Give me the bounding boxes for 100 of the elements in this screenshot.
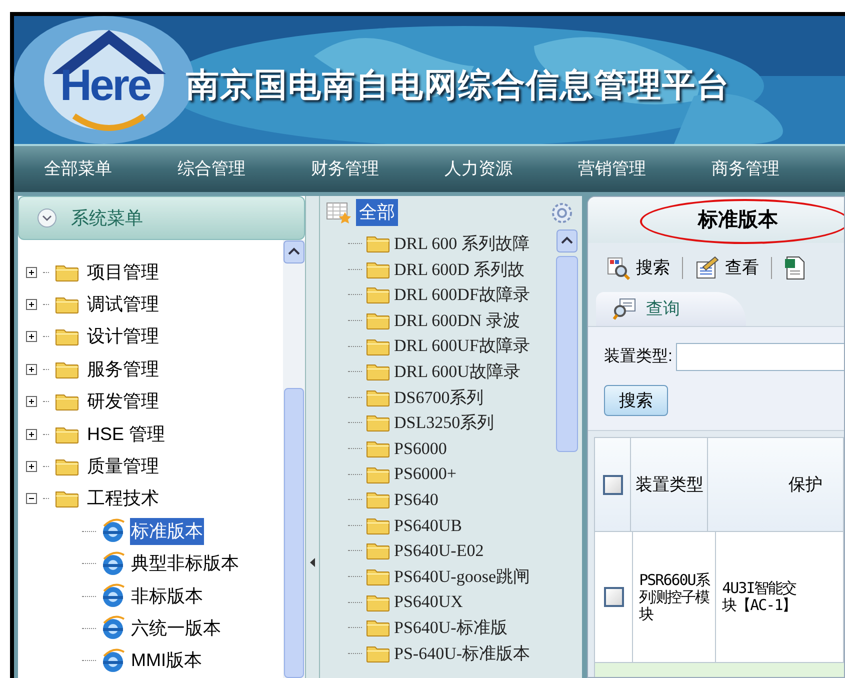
nav-menu-item[interactable]: 综合管理	[178, 156, 311, 182]
search-button[interactable]: 搜索	[604, 385, 668, 416]
tree-item[interactable]: 标准版本	[130, 518, 204, 545]
spreadsheet-file-icon	[784, 256, 806, 280]
column-header[interactable]: 保护	[708, 438, 844, 532]
sidebar-title: 系统菜单	[71, 206, 143, 230]
folder-icon	[55, 457, 79, 476]
magnifier-icon	[612, 298, 636, 320]
tree-item[interactable]: DRL 600UF故障录	[394, 333, 530, 359]
tree-item[interactable]: DSL3250系列	[394, 410, 494, 436]
tree-item[interactable]: 项目管理	[87, 258, 159, 286]
scroll-up-icon[interactable]	[556, 229, 578, 253]
tree-item[interactable]: 设计管理	[87, 323, 159, 350]
nav-menu-item[interactable]: 商务管理	[712, 156, 845, 182]
folder-icon	[366, 490, 390, 510]
nav-menu-item[interactable]: 营销管理	[578, 156, 712, 182]
table-cell-text: PSR660U系列测控子模块	[639, 572, 711, 622]
folder-icon	[366, 464, 390, 484]
scroll-thumb[interactable]	[284, 388, 304, 678]
scroll-thumb[interactable]	[556, 256, 578, 452]
folder-icon	[366, 618, 390, 638]
folder-icon	[366, 592, 390, 612]
input-field[interactable]	[676, 343, 844, 371]
chevron-down-icon	[37, 208, 57, 228]
nav-menu-item[interactable]: 人力资源	[444, 156, 578, 182]
search-button[interactable]: 搜索	[606, 255, 670, 281]
folder-icon	[55, 424, 79, 444]
expand-box-icon[interactable]	[26, 396, 37, 408]
query-tab[interactable]: 查询	[596, 292, 746, 326]
folder-icon	[55, 295, 79, 314]
tree-item[interactable]: 质量管理	[87, 453, 159, 480]
tree-item[interactable]: PS640U-goose跳闸	[394, 564, 530, 590]
expand-box-icon[interactable]	[26, 428, 37, 440]
tree-item[interactable]: PS6000+	[394, 461, 456, 487]
tree-item[interactable]: DS6700系列	[394, 384, 484, 410]
tree-item[interactable]: DRL 600 系列故障	[394, 231, 530, 257]
magnifier-icon	[606, 256, 630, 280]
tree-item[interactable]: 六统一版本	[130, 614, 222, 642]
folder-icon	[366, 311, 390, 330]
export-button[interactable]	[784, 256, 806, 280]
tree-item[interactable]: 服务管理	[87, 356, 159, 383]
folder-icon	[55, 489, 79, 508]
scrollbar[interactable]	[283, 240, 305, 678]
folder-icon	[55, 360, 79, 379]
expand-box-icon[interactable]	[26, 331, 37, 342]
expand-box-icon[interactable]	[26, 364, 37, 375]
expand-box-icon[interactable]	[26, 299, 37, 310]
folder-icon	[366, 285, 390, 304]
collapse-arrow-icon[interactable]	[310, 558, 315, 566]
tree-item[interactable]: 典型非标版本	[130, 550, 240, 578]
tree-item[interactable]: 调试管理	[87, 291, 159, 318]
field-label: 装置类型:	[604, 346, 672, 367]
tree-item[interactable]: PS640U-标准版	[394, 614, 508, 640]
folder-icon	[366, 336, 390, 356]
nav-menu-item[interactable]: 全部菜单	[44, 156, 178, 182]
tree-item[interactable]: PS640UX	[394, 589, 463, 615]
nav-menu-item[interactable]: 财务管理	[311, 156, 444, 182]
folder-icon	[366, 234, 390, 254]
expand-box-icon[interactable]	[26, 266, 37, 278]
table-cell-text: 4U3I智能交块【AC-1】	[722, 580, 798, 614]
tree-item[interactable]: 研发管理	[87, 388, 159, 416]
tree-root-item[interactable]: 全部	[356, 199, 398, 226]
logo-text: Here	[60, 64, 150, 108]
checkbox[interactable]	[602, 474, 623, 494]
browser-globe-icon	[100, 648, 126, 674]
folder-icon	[366, 516, 390, 535]
tree-item[interactable]: PS6000	[394, 436, 447, 462]
tree-item[interactable]: PS-640U-标准版本	[394, 640, 530, 666]
folder-icon	[55, 392, 79, 412]
collapse-box-icon[interactable]	[26, 493, 37, 504]
sidebar-header[interactable]: 系统菜单	[18, 196, 305, 240]
folder-icon	[366, 644, 390, 663]
tree-item[interactable]: DRL 600DF故障录	[394, 282, 530, 308]
folder-icon	[366, 413, 390, 432]
view-button[interactable]: 查看	[695, 255, 759, 281]
tree-item[interactable]: HSE 管理	[87, 420, 166, 448]
folder-icon	[55, 262, 79, 282]
settings-icon[interactable]	[550, 200, 574, 224]
tree-item[interactable]: PS640UB	[394, 512, 462, 538]
tree-item[interactable]: MMI版本	[130, 647, 203, 674]
app-title: 南京国电南自电网综合信息管理平台	[186, 65, 730, 105]
tree-item[interactable]: 工程技术	[87, 485, 159, 512]
folder-icon	[366, 260, 390, 279]
checkbox[interactable]	[604, 587, 624, 607]
tree-item[interactable]: PS640	[394, 486, 438, 512]
tree-item[interactable]: DRL 600D 系列故	[394, 256, 525, 282]
grid-star-icon	[326, 200, 352, 224]
tree-item[interactable]: DRL 600U故障录	[394, 359, 520, 385]
browser-globe-icon	[100, 615, 126, 642]
folder-icon	[366, 567, 390, 586]
panel-title: 标准版本	[698, 208, 778, 233]
browser-globe-icon	[100, 518, 126, 544]
folder-icon	[366, 388, 390, 407]
column-header[interactable]: 装置类型	[631, 438, 708, 532]
tree-item[interactable]: DRL 600DN 录波	[394, 308, 520, 334]
scroll-up-icon[interactable]	[283, 240, 305, 264]
folder-icon	[55, 327, 79, 346]
expand-box-icon[interactable]	[26, 461, 37, 472]
tree-item[interactable]: PS640U-E02	[394, 538, 484, 564]
tree-item[interactable]: 非标版本	[130, 582, 204, 610]
